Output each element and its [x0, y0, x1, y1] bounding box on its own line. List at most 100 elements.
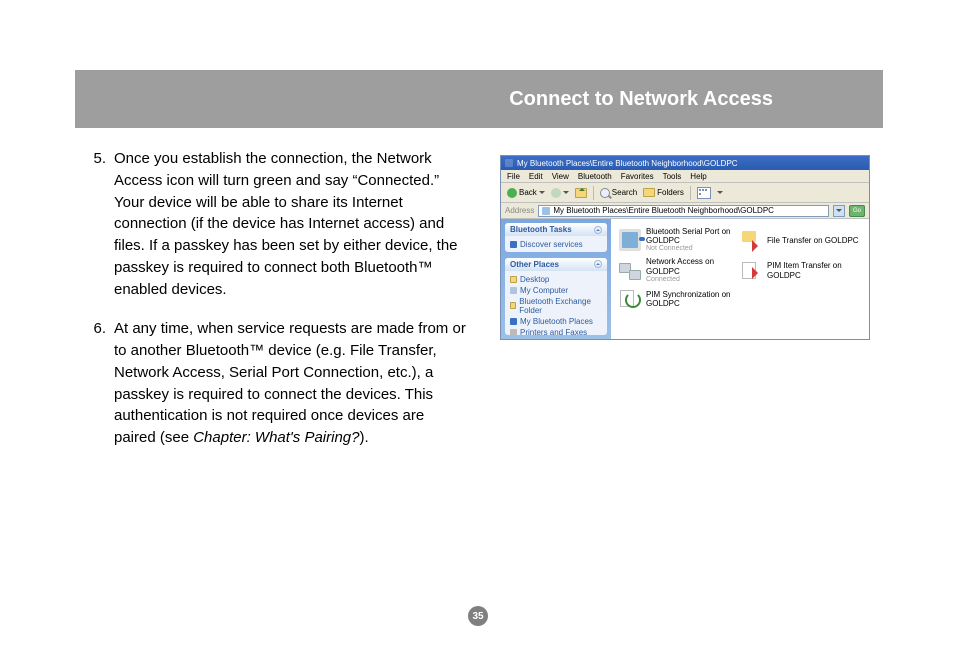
sidebar-link-printers[interactable]: Printers and Faxes: [510, 327, 602, 335]
desktop-icon: [510, 276, 517, 283]
service-pim-item-transfer[interactable]: PIM Item Transfer on GOLDPC: [740, 257, 861, 283]
go-label: Go: [853, 208, 861, 214]
step-6-italic: Chapter: What's Pairing?: [193, 429, 359, 446]
sidebar-link-label: Desktop: [520, 275, 549, 284]
sidebar-link-label: Bluetooth Exchange Folder: [519, 297, 602, 315]
folder-icon: [510, 302, 516, 309]
menu-view[interactable]: View: [552, 172, 569, 181]
step-6-number: 6.: [88, 318, 114, 449]
menu-file[interactable]: File: [507, 172, 520, 181]
service-status: Not Connected: [646, 245, 740, 253]
address-path: My Bluetooth Places\Entire Bluetooth Nei…: [553, 206, 774, 215]
sidebar-link-label: My Computer: [520, 286, 568, 295]
address-field[interactable]: My Bluetooth Places\Entire Bluetooth Nei…: [538, 205, 829, 217]
sidebar-link-bt-exchange[interactable]: Bluetooth Exchange Folder: [510, 296, 602, 316]
toolbar: Back Search Folders: [501, 183, 869, 203]
service-serial-port[interactable]: Bluetooth Serial Port on GOLDPC Not Conn…: [619, 227, 740, 253]
service-name: Network Access on GOLDPC: [646, 257, 740, 275]
sidebar-link-label: Discover services: [520, 240, 583, 249]
forward-dropdown-icon: [563, 191, 569, 197]
menu-tools[interactable]: Tools: [663, 172, 682, 181]
sidebar-link-label: Printers and Faxes: [520, 328, 587, 335]
page-header: Connect to Network Access: [75, 70, 883, 128]
printer-icon: [510, 329, 517, 335]
service-file-transfer[interactable]: File Transfer on GOLDPC: [740, 227, 861, 253]
step-6-text: At any time, when service requests are m…: [114, 318, 468, 449]
pane-header-bluetooth-tasks[interactable]: Bluetooth Tasks: [505, 223, 607, 236]
folder-icon: [643, 188, 655, 197]
back-icon: [507, 188, 517, 198]
network-access-icon: [619, 260, 641, 282]
address-bar: Address My Bluetooth Places\Entire Bluet…: [501, 203, 869, 219]
pane-title-bluetooth-tasks: Bluetooth Tasks: [510, 225, 572, 234]
computer-icon: [510, 287, 517, 294]
search-button[interactable]: Search: [600, 188, 637, 198]
step-5-number: 5.: [88, 148, 114, 300]
service-name: PIM Item Transfer on GOLDPC: [767, 261, 861, 279]
service-network-access[interactable]: Network Access on GOLDPC Connected: [619, 257, 740, 283]
back-label: Back: [519, 188, 537, 197]
page-title: Connect to Network Access: [509, 88, 773, 111]
pim-transfer-icon: [740, 260, 762, 282]
window-body: Bluetooth Tasks Discover services Other …: [501, 219, 869, 339]
pane-title-other-places: Other Places: [510, 260, 559, 269]
service-pim-sync[interactable]: PIM Synchronization on GOLDPC: [619, 288, 740, 310]
views-button[interactable]: [697, 187, 711, 199]
bluetooth-icon: [510, 318, 517, 325]
menu-edit[interactable]: Edit: [529, 172, 543, 181]
collapse-icon: [594, 226, 602, 234]
sidebar-link-my-computer[interactable]: My Computer: [510, 285, 602, 296]
folders-label: Folders: [657, 188, 684, 197]
sidebar-pane-bluetooth-tasks: Bluetooth Tasks Discover services: [505, 223, 607, 252]
menu-bluetooth[interactable]: Bluetooth: [578, 172, 612, 181]
service-name: Bluetooth Serial Port on GOLDPC: [646, 227, 740, 245]
address-icon: [542, 207, 550, 215]
service-name: File Transfer on GOLDPC: [767, 236, 859, 245]
menu-help[interactable]: Help: [690, 172, 706, 181]
service-text: PIM Item Transfer on GOLDPC: [767, 261, 861, 279]
instruction-list: 5. Once you establish the connection, th…: [88, 148, 468, 467]
forward-icon: [551, 188, 561, 198]
service-status: Connected: [646, 276, 740, 284]
window-title-text: My Bluetooth Places\Entire Bluetooth Nei…: [517, 159, 738, 168]
pane-body-other-places: Desktop My Computer Bluetooth Exchange F…: [505, 271, 607, 335]
search-label: Search: [612, 188, 637, 197]
sidebar-link-label: My Bluetooth Places: [520, 317, 593, 326]
go-button[interactable]: Go: [849, 205, 865, 217]
pim-sync-icon: [619, 288, 641, 310]
step-6: 6. At any time, when service requests ar…: [88, 318, 468, 449]
step-6-text-b: ).: [360, 429, 369, 446]
window-titlebar[interactable]: My Bluetooth Places\Entire Bluetooth Nei…: [501, 156, 869, 170]
page-number: 35: [468, 606, 488, 626]
step-5: 5. Once you establish the connection, th…: [88, 148, 468, 300]
back-dropdown-icon: [539, 191, 545, 197]
views-dropdown-icon: [717, 191, 723, 197]
toolbar-separator: [593, 186, 594, 200]
folders-button[interactable]: Folders: [643, 188, 684, 197]
bluetooth-window: My Bluetooth Places\Entire Bluetooth Nei…: [500, 155, 870, 340]
menu-favorites[interactable]: Favorites: [621, 172, 654, 181]
bluetooth-icon: [510, 241, 517, 248]
serial-port-icon: [619, 229, 641, 251]
pane-body-bluetooth-tasks: Discover services: [505, 236, 607, 252]
forward-button[interactable]: [551, 188, 569, 198]
pane-header-other-places[interactable]: Other Places: [505, 258, 607, 271]
step-5-text: Once you establish the connection, the N…: [114, 148, 468, 300]
service-name: PIM Synchronization on GOLDPC: [646, 290, 740, 308]
collapse-icon: [594, 260, 602, 268]
sidebar-link-my-bt-places[interactable]: My Bluetooth Places: [510, 316, 602, 327]
back-button[interactable]: Back: [507, 188, 545, 198]
menu-bar: File Edit View Bluetooth Favorites Tools…: [501, 170, 869, 183]
service-text: Bluetooth Serial Port on GOLDPC Not Conn…: [646, 227, 740, 253]
sidebar-link-desktop[interactable]: Desktop: [510, 274, 602, 285]
up-folder-button[interactable]: [575, 188, 587, 198]
step-6-text-a: At any time, when service requests are m…: [114, 320, 466, 446]
toolbar-separator-2: [690, 186, 691, 200]
service-text: Network Access on GOLDPC Connected: [646, 257, 740, 283]
file-transfer-icon: [740, 229, 762, 251]
services-pane: Bluetooth Serial Port on GOLDPC Not Conn…: [611, 219, 869, 339]
sidebar: Bluetooth Tasks Discover services Other …: [501, 219, 611, 339]
sidebar-link-discover-services[interactable]: Discover services: [510, 239, 602, 250]
service-text: File Transfer on GOLDPC: [767, 236, 859, 245]
address-dropdown[interactable]: [833, 205, 845, 217]
